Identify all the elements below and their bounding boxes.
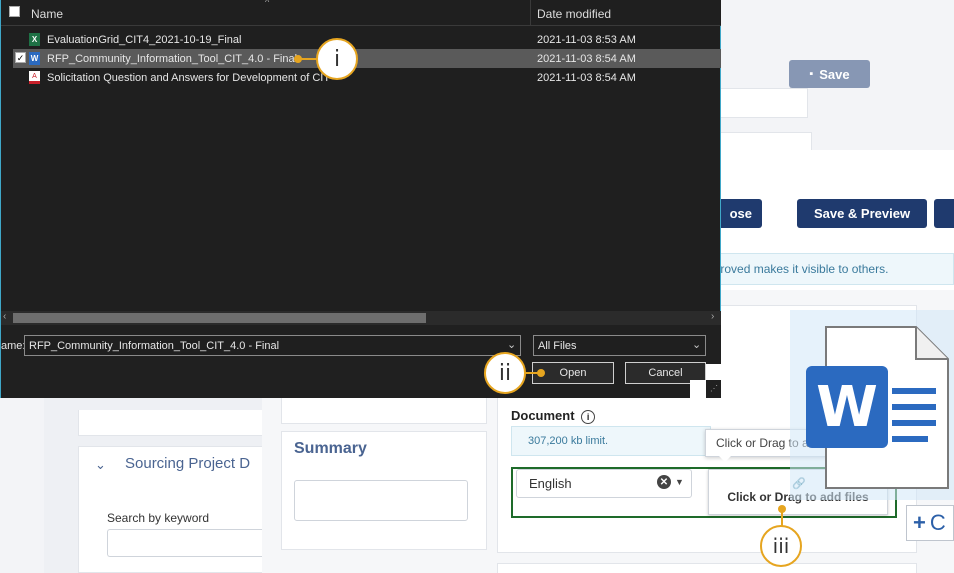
clear-icon[interactable]: ✕ [657,475,671,489]
next-button[interactable] [934,199,954,228]
file-open-dialog: Name ^ Date modified X EvaluationGrid_CI… [0,0,722,398]
dialog-corner [706,364,722,380]
file-row-selected[interactable]: ✓ W RFP_Community_Information_Tool_CIT_4… [13,49,721,68]
pdf-file-icon: A [29,71,40,84]
select-all-checkbox[interactable] [9,6,20,17]
horizontal-scrollbar[interactable]: ‹ › [1,311,721,325]
save-button[interactable]: ▪ Save [789,60,870,88]
save-icon: ▪ [809,68,814,80]
summary-panel: Summary [281,431,487,550]
chevron-down-icon[interactable]: ⌄ [95,457,106,473]
row-checkbox[interactable]: ✓ [15,52,26,63]
tooltip-arrow [718,455,732,462]
field-panel-top [281,398,487,424]
word-file-icon: W [29,52,40,65]
file-row[interactable]: A Solicitation Question and Answers for … [13,68,721,87]
sourcing-project-title: Sourcing Project D [125,455,251,472]
document-label: Document i [511,408,596,424]
scroll-right-icon[interactable]: › [711,311,714,322]
date-column-header[interactable]: Date modified [537,7,611,21]
scrollbar-thumb[interactable] [13,313,426,323]
search-label: Search by keyword [107,511,210,525]
svg-text:W: W [816,375,878,440]
file-row[interactable]: X EvaluationGrid_CIT4_2021-10-19_Final 2… [13,30,721,49]
next-panel [497,563,917,573]
file-list-header: Name ^ Date modified [1,0,721,26]
top-field-1 [720,88,808,118]
summary-title: Summary [294,440,367,457]
info-icon[interactable]: i [581,410,596,424]
callout-ii: ii [484,352,526,394]
save-preview-button[interactable]: Save & Preview [797,199,927,228]
sort-up-icon: ^ [265,0,270,7]
scroll-left-icon[interactable]: ‹ [3,311,6,322]
callout-iii: iii [760,525,802,567]
name-column-header[interactable]: Name [31,7,63,21]
summary-input[interactable] [294,480,468,521]
left-panel-top [78,410,264,436]
callout-dot-3 [778,505,786,513]
callout-i: i [316,38,358,80]
chevron-down-icon[interactable]: ⌄ [692,338,701,351]
word-document-icon: W [806,326,949,489]
chevron-down-icon[interactable]: ⌄ [507,338,516,351]
sourcing-project-panel: ⌄ Sourcing Project D Search by keyword [78,446,275,573]
filename-label: ame: [1,340,26,352]
plus-icon: + [913,510,926,535]
filename-input[interactable]: RFP_Community_Information_Tool_CIT_4.0 -… [24,335,521,356]
language-select[interactable]: English ✕ ▼ [516,469,692,498]
callout-dot-1 [294,55,302,63]
search-input[interactable] [107,529,275,557]
column-divider[interactable] [530,0,531,26]
callout-dot-2 [537,369,545,377]
limit-banner: 307,200 kb limit. [511,426,711,456]
file-type-select[interactable]: All Files ⌄ [533,335,706,356]
excel-file-icon: X [29,33,40,46]
dropdown-arrow-icon[interactable]: ▼ [675,477,684,487]
notice-banner: pproved makes it visible to others. [700,253,954,285]
resize-grip-icon[interactable]: ⋰ [710,384,718,393]
add-button[interactable]: + C [906,505,954,541]
dialog-corner-2 [690,380,706,398]
